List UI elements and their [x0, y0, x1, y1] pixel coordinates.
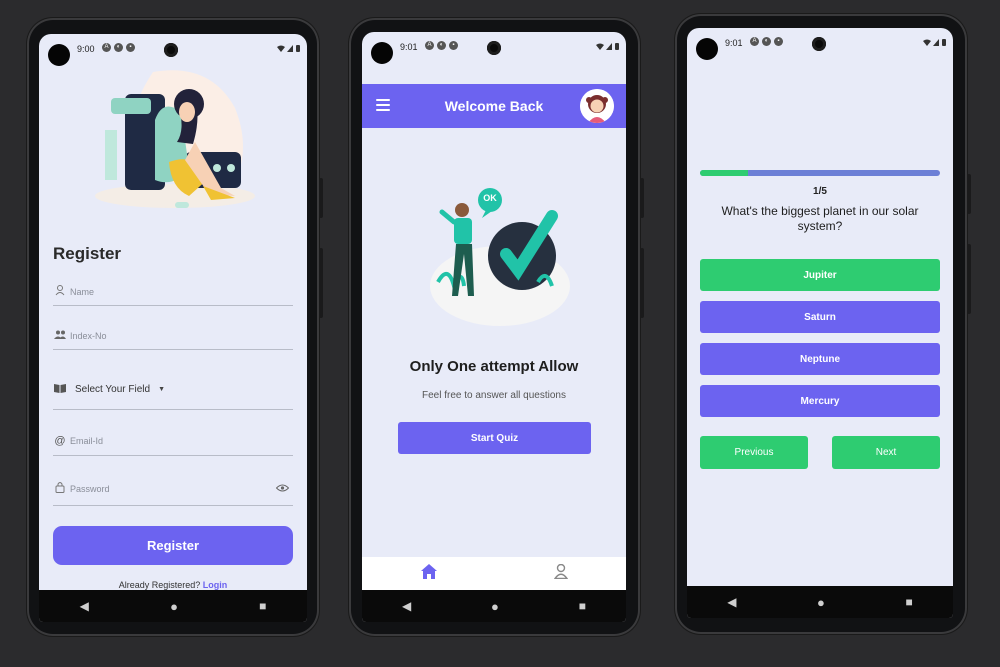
status-time: 9:01	[725, 38, 743, 48]
previous-button[interactable]: Previous	[700, 436, 808, 469]
back-nav-icon[interactable]: ◀	[727, 595, 736, 609]
name-field[interactable]: Name	[53, 278, 293, 306]
person-icon	[53, 284, 67, 299]
option-button[interactable]: Saturn	[700, 301, 940, 333]
email-placeholder: Email-Id	[70, 435, 104, 446]
home-nav-icon[interactable]: ●	[817, 595, 825, 610]
android-nav-bar: ◀ ● ■	[687, 586, 953, 618]
ok-illustration	[430, 188, 570, 326]
android-nav-bar: ◀ ● ■	[39, 590, 307, 622]
quiz-screen: 9:01 A ◐ ▪ 1/5 What's the biggest planet i…	[687, 28, 953, 618]
android-nav-bar: ◀ ● ■	[362, 590, 626, 622]
phone-register: 9:00 A ◐ ▪ Register Name Index-No Select…	[27, 18, 323, 636]
menu-icon[interactable]	[376, 99, 390, 114]
name-placeholder: Name	[70, 286, 95, 297]
status-time: 9:01	[400, 42, 418, 52]
group-icon	[53, 330, 67, 342]
field-select-value: Select Your Field	[75, 384, 151, 395]
home-nav-icon[interactable]: ●	[491, 599, 499, 614]
question-text: What's the biggest planet in our solar s…	[721, 204, 919, 233]
register-screen: 9:00 A ◐ ▪ Register Name Index-No Select…	[39, 34, 307, 622]
field-select[interactable]: Select Your Field ▼	[53, 370, 293, 410]
app-bar: Welcome Back	[362, 84, 626, 128]
page-title: Register	[53, 244, 122, 263]
next-button[interactable]: Next	[832, 436, 940, 469]
index-no-placeholder: Index-No	[70, 330, 107, 341]
start-quiz-button[interactable]: Start Quiz	[398, 422, 591, 454]
bottom-nav	[362, 557, 626, 590]
password-field[interactable]: Password	[53, 472, 293, 506]
welcome-subtitle: Feel free to answer all questions	[422, 390, 566, 401]
password-placeholder: Password	[70, 483, 110, 494]
recents-nav-icon[interactable]: ■	[259, 599, 266, 613]
option-button[interactable]: Mercury	[700, 385, 940, 417]
option-button[interactable]: Jupiter	[700, 259, 940, 291]
quiz-progress-fill	[700, 170, 748, 176]
avatar[interactable]	[580, 89, 614, 123]
home-icon[interactable]	[420, 563, 437, 584]
book-icon	[53, 383, 67, 396]
dropdown-arrow-icon: ▼	[158, 386, 165, 393]
home-nav-icon[interactable]: ●	[170, 599, 178, 614]
recents-nav-icon[interactable]: ■	[579, 599, 586, 613]
question-counter: 1/5	[813, 186, 827, 197]
already-registered-text: Already Registered? Login	[39, 580, 307, 590]
email-field[interactable]: @ Email-Id	[53, 426, 293, 456]
status-time: 9:00	[77, 44, 95, 54]
recents-nav-icon[interactable]: ■	[905, 595, 912, 609]
index-no-field[interactable]: Index-No	[53, 322, 293, 350]
welcome-screen: 9:01 A ◐ ▪ Welcome Back OK Only One atte…	[362, 32, 626, 622]
back-nav-icon[interactable]: ◀	[402, 599, 411, 613]
quiz-progress-bar	[700, 170, 940, 176]
already-label: Already Registered?	[118, 580, 201, 590]
welcome-title: Only One attempt Allow	[409, 358, 579, 375]
profile-icon[interactable]	[553, 563, 568, 584]
back-nav-icon[interactable]: ◀	[80, 599, 89, 613]
login-link[interactable]: Login	[203, 580, 228, 590]
register-button[interactable]: Register	[53, 526, 293, 565]
lock-icon	[53, 481, 67, 496]
at-icon: @	[54, 434, 66, 447]
header-title: Welcome Back	[444, 98, 544, 114]
option-button[interactable]: Neptune	[700, 343, 940, 375]
register-illustration	[95, 70, 255, 208]
phone-quiz: 9:01 A ◐ ▪ 1/5 What's the biggest planet i…	[675, 14, 971, 634]
eye-icon[interactable]	[275, 484, 290, 494]
speech-bubble-text: OK	[483, 193, 497, 203]
phone-welcome: 9:01 A ◐ ▪ Welcome Back OK Only One atte…	[349, 18, 644, 636]
